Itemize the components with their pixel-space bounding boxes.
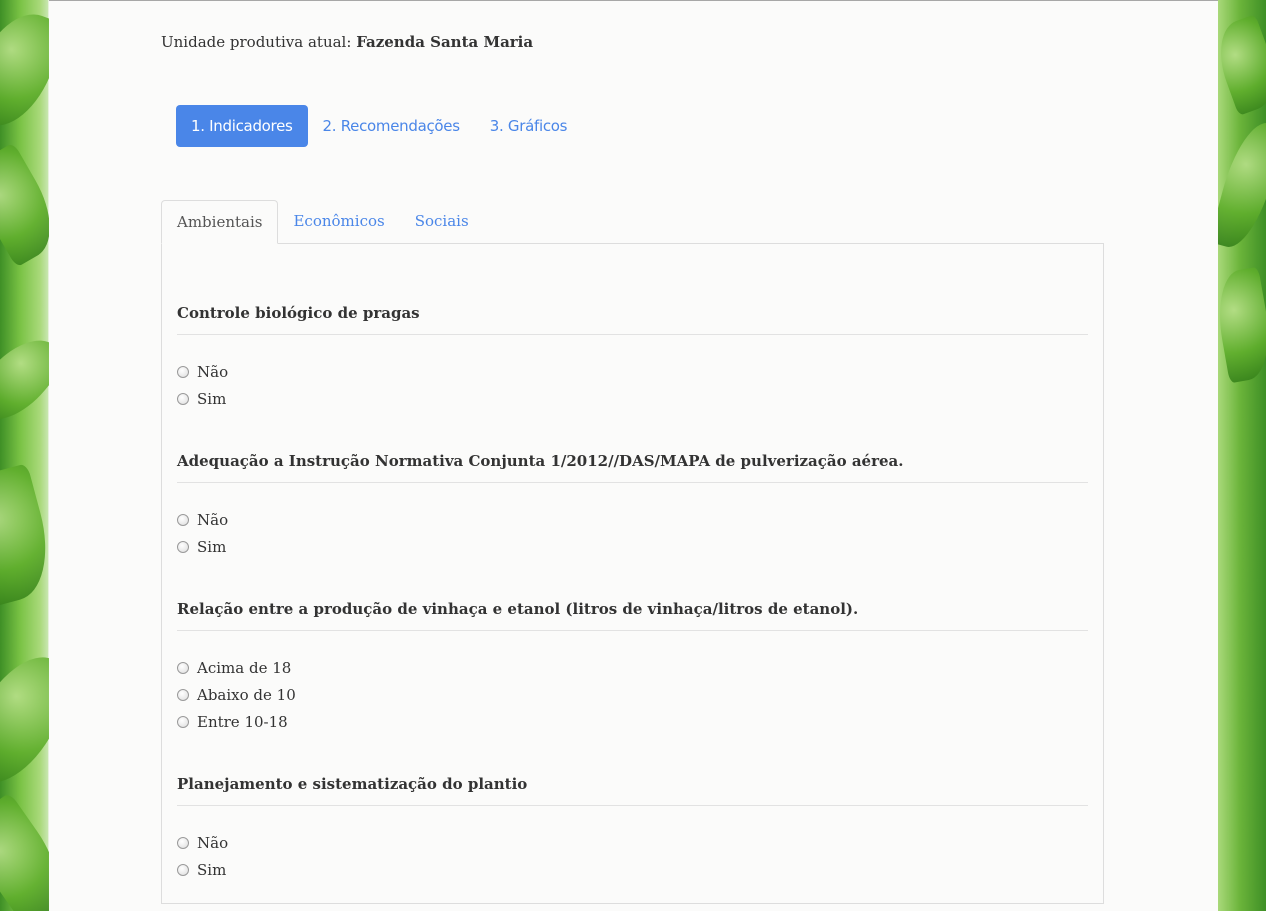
question-instrucao-normativa: Adequação a Instrução Normativa Conjunta…: [177, 452, 1088, 560]
option-group: Não Sim: [177, 358, 1088, 412]
tab-economicos[interactable]: Econômicos: [278, 200, 399, 243]
option-label: Não: [197, 362, 229, 381]
option-sim[interactable]: Sim: [177, 385, 1088, 412]
step-graficos[interactable]: 3. Gráficos: [475, 105, 582, 147]
main-page: Unidade produtiva atual: Fazenda Santa M…: [49, 0, 1218, 911]
option-abaixo-10[interactable]: Abaixo de 10: [177, 681, 1088, 708]
option-entre-10-18[interactable]: Entre 10-18: [177, 708, 1088, 735]
option-nao[interactable]: Não: [177, 506, 1088, 533]
option-label: Sim: [197, 389, 227, 408]
option-acima-18[interactable]: Acima de 18: [177, 654, 1088, 681]
current-unit-label: Unidade produtiva atual:: [161, 33, 352, 51]
option-label: Não: [197, 510, 229, 529]
option-group: Não Sim: [177, 829, 1088, 883]
current-unit-line: Unidade produtiva atual: Fazenda Santa M…: [161, 33, 533, 51]
radio-button[interactable]: [177, 836, 189, 849]
option-label: Não: [197, 833, 229, 852]
radio-button[interactable]: [177, 540, 189, 553]
option-group: Acima de 18 Abaixo de 10 Entre 10-18: [177, 654, 1088, 735]
option-label: Acima de 18: [197, 658, 292, 677]
tab-sociais[interactable]: Sociais: [400, 200, 484, 243]
option-label: Sim: [197, 860, 227, 879]
radio-button[interactable]: [177, 513, 189, 526]
question-controle-biologico: Controle biológico de pragas Não Sim: [177, 304, 1088, 412]
radio-button[interactable]: [177, 392, 189, 405]
indicator-tabs: Ambientais Econômicos Sociais: [161, 200, 484, 244]
option-nao[interactable]: Não: [177, 358, 1088, 385]
radio-button[interactable]: [177, 715, 189, 728]
question-title: Controle biológico de pragas: [177, 304, 1088, 335]
step-indicadores[interactable]: 1. Indicadores: [176, 105, 308, 147]
option-label: Sim: [197, 537, 227, 556]
option-sim[interactable]: Sim: [177, 533, 1088, 560]
radio-button[interactable]: [177, 688, 189, 701]
question-title: Relação entre a produção de vinhaça e et…: [177, 600, 1088, 631]
radio-button[interactable]: [177, 661, 189, 674]
wizard-steps: 1. Indicadores 2. Recomendações 3. Gráfi…: [176, 105, 582, 147]
option-group: Não Sim: [177, 506, 1088, 560]
option-sim[interactable]: Sim: [177, 856, 1088, 883]
option-nao[interactable]: Não: [177, 829, 1088, 856]
current-unit-name: Fazenda Santa Maria: [356, 33, 534, 51]
radio-button[interactable]: [177, 863, 189, 876]
tab-panel-ambientais: Controle biológico de pragas Não Sim Ade…: [161, 243, 1104, 904]
question-title: Planejamento e sistematização do plantio: [177, 775, 1088, 806]
tab-ambientais[interactable]: Ambientais: [161, 200, 279, 244]
radio-button[interactable]: [177, 365, 189, 378]
step-recomendacoes[interactable]: 2. Recomendações: [308, 105, 475, 147]
option-label: Entre 10-18: [197, 712, 288, 731]
option-label: Abaixo de 10: [197, 685, 296, 704]
question-vinhaca-etanol: Relação entre a produção de vinhaça e et…: [177, 600, 1088, 735]
question-planejamento-plantio: Planejamento e sistematização do plantio…: [177, 775, 1088, 883]
question-title: Adequação a Instrução Normativa Conjunta…: [177, 452, 1088, 483]
